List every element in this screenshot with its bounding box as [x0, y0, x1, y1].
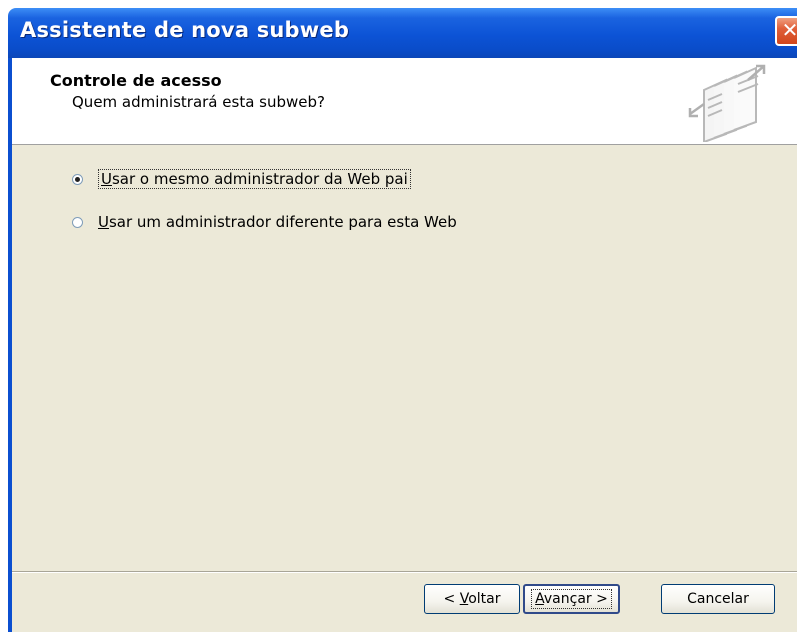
wizard-window: Assistente de nova subweb ✕ Controle de … — [0, 0, 797, 632]
option-label: Usar um administrador diferente para est… — [98, 213, 457, 231]
back-button[interactable]: < Voltar — [424, 584, 520, 614]
option-same-admin[interactable]: Usar o mesmo administrador da Web pai — [72, 167, 411, 191]
cancel-button[interactable]: Cancelar — [661, 584, 775, 614]
footer-divider — [12, 571, 797, 573]
window-title: Assistente de nova subweb — [20, 18, 350, 42]
option-label: Usar o mesmo administrador da Web pai — [98, 169, 411, 189]
title-bar[interactable]: Assistente de nova subweb ✕ — [8, 8, 797, 58]
page-subtitle: Quem administrará esta subweb? — [72, 93, 325, 111]
wizard-header: Controle de acesso Quem administrará est… — [12, 58, 797, 145]
close-icon: ✕ — [781, 18, 797, 42]
radio-button-selected[interactable] — [72, 173, 83, 185]
close-button[interactable]: ✕ — [775, 16, 797, 46]
wizard-pages-icon — [688, 64, 766, 142]
page-title: Controle de acesso — [50, 71, 222, 90]
next-button[interactable]: Avançar > — [523, 584, 620, 614]
option-different-admin[interactable]: Usar um administrador diferente para est… — [72, 210, 457, 234]
radio-button[interactable] — [72, 216, 83, 228]
